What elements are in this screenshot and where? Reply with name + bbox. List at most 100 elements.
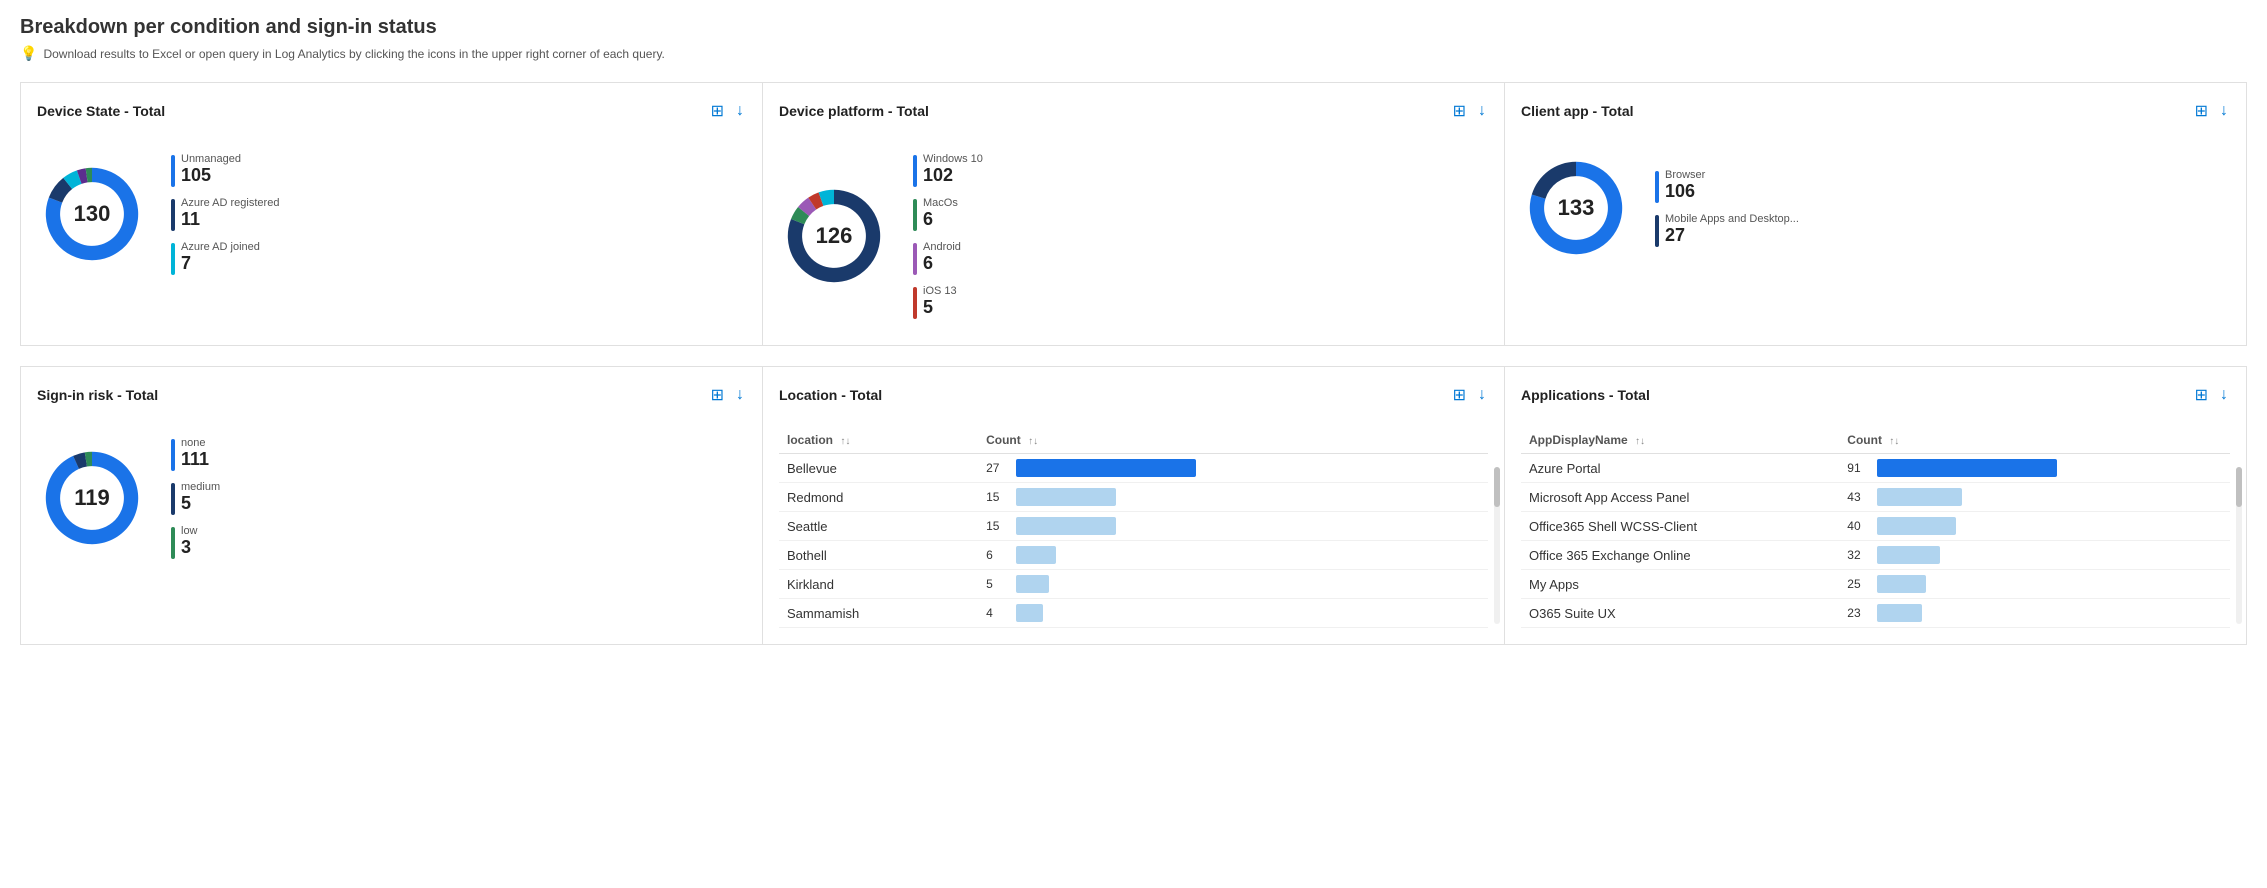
download-button[interactable]: ↓ bbox=[734, 384, 746, 406]
legend-item: Unmanaged 105 bbox=[171, 153, 279, 187]
log-analytics-button[interactable]: ⊞ bbox=[1451, 99, 1468, 123]
table-row: My Apps 25 bbox=[1521, 570, 2230, 599]
panel-device-state: Device State - Total ⊞ ↓ 130 Unmanaged 1… bbox=[20, 82, 763, 346]
legend-items: none 111 medium 5 low 3 bbox=[171, 437, 220, 559]
donut-total: 119 bbox=[74, 485, 110, 511]
col-header-count: Count ↑↓ bbox=[978, 427, 1488, 454]
data-table: location ↑↓ Count ↑↓ Bellevue 27 Redmond bbox=[779, 427, 1488, 628]
legend-label: Windows 10 bbox=[923, 153, 983, 165]
donut-chart: 130 bbox=[37, 159, 147, 269]
donut-chart: 119 bbox=[37, 443, 147, 553]
sort-icon[interactable]: ↑↓ bbox=[840, 436, 850, 447]
legend-color bbox=[171, 243, 175, 275]
panel-actions: ⊞ ↓ bbox=[2193, 99, 2230, 123]
legend-value: 27 bbox=[1665, 225, 1799, 246]
log-analytics-button[interactable]: ⊞ bbox=[1451, 383, 1468, 407]
table-row: Sammamish 4 bbox=[779, 599, 1488, 628]
legend-value: 6 bbox=[923, 209, 958, 230]
download-button[interactable]: ↓ bbox=[1476, 100, 1488, 122]
panel-actions: ⊞ ↓ bbox=[1451, 383, 1488, 407]
legend-item: Azure AD joined 7 bbox=[171, 241, 279, 275]
panel-header: Client app - Total ⊞ ↓ bbox=[1521, 99, 2230, 123]
legend-color bbox=[1655, 171, 1659, 203]
scrollbar-thumb[interactable] bbox=[2236, 467, 2242, 507]
panel-header: Location - Total ⊞ ↓ bbox=[779, 383, 1488, 407]
col-header-name: location ↑↓ bbox=[779, 427, 978, 454]
panel-actions: ⊞ ↓ bbox=[709, 99, 746, 123]
donut-total: 130 bbox=[74, 201, 111, 227]
cell-count: 23 bbox=[1839, 599, 2230, 628]
panel-signin-risk: Sign-in risk - Total ⊞ ↓ 119 none 111 bbox=[20, 366, 763, 645]
cell-count: 43 bbox=[1839, 483, 2230, 512]
page-title: Breakdown per condition and sign-in stat… bbox=[20, 16, 2247, 39]
data-table: AppDisplayName ↑↓ Count ↑↓ Azure Portal … bbox=[1521, 427, 2230, 628]
table-row: Redmond 15 bbox=[779, 483, 1488, 512]
chart-content: 119 none 111 medium 5 low 3 bbox=[37, 427, 746, 569]
cell-count: 4 bbox=[978, 599, 1488, 628]
sort-icon[interactable]: ↑↓ bbox=[1889, 436, 1899, 447]
download-button[interactable]: ↓ bbox=[1476, 384, 1488, 406]
chart-content: 126 Windows 10 102 MacOs 6 Android 6 bbox=[779, 143, 1488, 329]
legend-label: Azure AD joined bbox=[181, 241, 260, 253]
table-row: Azure Portal 91 bbox=[1521, 454, 2230, 483]
donut-total: 126 bbox=[816, 223, 853, 249]
cell-name: Seattle bbox=[779, 512, 978, 541]
scrollbar-track[interactable] bbox=[1494, 467, 1500, 624]
legend-color bbox=[913, 243, 917, 275]
legend-color bbox=[913, 155, 917, 187]
sort-icon[interactable]: ↑↓ bbox=[1028, 436, 1038, 447]
download-button[interactable]: ↓ bbox=[734, 100, 746, 122]
legend-label: Unmanaged bbox=[181, 153, 241, 165]
bar bbox=[1016, 488, 1116, 506]
bar bbox=[1877, 575, 1926, 593]
table-row: Kirkland 5 bbox=[779, 570, 1488, 599]
log-analytics-button[interactable]: ⊞ bbox=[709, 99, 726, 123]
table-row: O365 Suite UX 23 bbox=[1521, 599, 2230, 628]
legend-item: Browser 106 bbox=[1655, 169, 1799, 203]
legend-color bbox=[171, 483, 175, 515]
legend-label: none bbox=[181, 437, 209, 449]
legend-items: Browser 106 Mobile Apps and Desktop... 2… bbox=[1655, 169, 1799, 247]
bar bbox=[1016, 517, 1116, 535]
cell-name: Microsoft App Access Panel bbox=[1521, 483, 1839, 512]
legend-color bbox=[171, 199, 175, 231]
cell-name: Kirkland bbox=[779, 570, 978, 599]
legend-value: 106 bbox=[1665, 181, 1705, 202]
panel-client-app: Client app - Total ⊞ ↓ 133 Browser 106 bbox=[1505, 82, 2247, 346]
donut-chart: 126 bbox=[779, 181, 889, 291]
row2-panels: Sign-in risk - Total ⊞ ↓ 119 none 111 bbox=[20, 366, 2247, 645]
log-analytics-button[interactable]: ⊞ bbox=[709, 383, 726, 407]
bar bbox=[1016, 546, 1056, 564]
table-row: Bellevue 27 bbox=[779, 454, 1488, 483]
log-analytics-button[interactable]: ⊞ bbox=[2193, 383, 2210, 407]
cell-name: O365 Suite UX bbox=[1521, 599, 1839, 628]
cell-name: Office 365 Exchange Online bbox=[1521, 541, 1839, 570]
legend-color bbox=[913, 199, 917, 231]
panel-header: Device State - Total ⊞ ↓ bbox=[37, 99, 746, 123]
panel-applications: Applications - Total ⊞ ↓ AppDisplayName … bbox=[1505, 366, 2247, 645]
legend-label: medium bbox=[181, 481, 220, 493]
download-button[interactable]: ↓ bbox=[2218, 100, 2230, 122]
log-analytics-button[interactable]: ⊞ bbox=[2193, 99, 2210, 123]
panel-device-platform: Device platform - Total ⊞ ↓ 126 Windows … bbox=[763, 82, 1505, 346]
bar bbox=[1877, 459, 2057, 477]
bulb-icon: 💡 bbox=[20, 45, 37, 62]
cell-count: 25 bbox=[1839, 570, 2230, 599]
panel-header: Device platform - Total ⊞ ↓ bbox=[779, 99, 1488, 123]
table-row: Office365 Shell WCSS-Client 40 bbox=[1521, 512, 2230, 541]
legend-value: 11 bbox=[181, 209, 279, 230]
sort-icon[interactable]: ↑↓ bbox=[1635, 436, 1645, 447]
legend-label: Browser bbox=[1665, 169, 1705, 181]
chart-content: 130 Unmanaged 105 Azure AD registered 11… bbox=[37, 143, 746, 285]
legend-label: Android bbox=[923, 241, 961, 253]
cell-name: Redmond bbox=[779, 483, 978, 512]
legend-label: Mobile Apps and Desktop... bbox=[1665, 213, 1799, 225]
download-button[interactable]: ↓ bbox=[2218, 384, 2230, 406]
panel-actions: ⊞ ↓ bbox=[1451, 99, 1488, 123]
scrollbar-thumb[interactable] bbox=[1494, 467, 1500, 507]
cell-count: 15 bbox=[978, 512, 1488, 541]
scrollbar-track[interactable] bbox=[2236, 467, 2242, 624]
legend-item: Azure AD registered 11 bbox=[171, 197, 279, 231]
legend-label: iOS 13 bbox=[923, 285, 957, 297]
legend-item: none 111 bbox=[171, 437, 220, 471]
